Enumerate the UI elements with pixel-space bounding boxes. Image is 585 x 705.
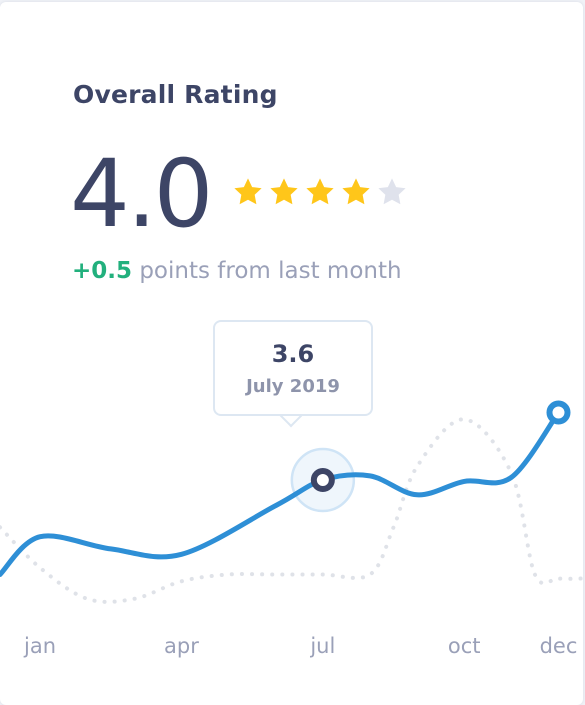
current-period-line <box>0 410 561 577</box>
x-tick-label: oct <box>447 634 481 658</box>
chart-tooltip: 3.6 July 2019 <box>213 320 373 416</box>
previous-period-line <box>0 417 583 604</box>
x-tick-label: apr <box>164 634 199 658</box>
highlight-point[interactable] <box>310 468 335 492</box>
latest-point[interactable] <box>546 400 571 425</box>
x-tick-label: dec <box>539 634 578 658</box>
overall-rating-card: Overall Rating 4.0 +0.5 points from last… <box>0 2 583 705</box>
tooltip-value: 3.6 <box>271 340 315 368</box>
x-tick-label: jan <box>24 634 57 658</box>
x-tick-label: jul <box>310 634 336 658</box>
tooltip-date: July 2019 <box>246 376 340 397</box>
